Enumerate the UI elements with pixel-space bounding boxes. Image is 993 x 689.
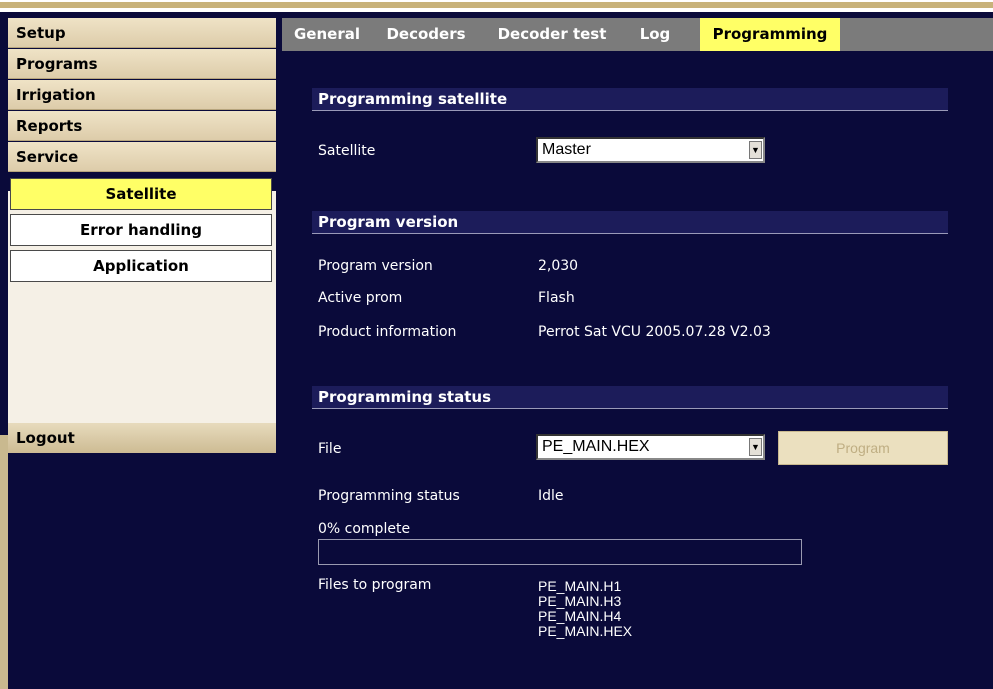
- tab-bar: General Decoders Decoder test Log Progra…: [282, 18, 993, 51]
- active-prom-label: Active prom: [318, 290, 403, 306]
- left-edge-bar: [0, 435, 8, 689]
- file-select[interactable]: PE_MAIN.HEX ▼: [536, 434, 765, 460]
- files-to-program-label: Files to program: [318, 577, 432, 593]
- programming-panel: Programming satellite Satellite Master ▼…: [282, 51, 993, 689]
- section-header-programming-status: Programming status: [312, 386, 948, 409]
- subnav-error-handling[interactable]: Error handling: [10, 214, 272, 246]
- logout-button[interactable]: Logout: [8, 423, 276, 453]
- section-header-program-version: Program version: [312, 211, 948, 234]
- satellite-label: Satellite: [318, 143, 376, 159]
- file-list-item: PE_MAIN.H1: [538, 578, 622, 594]
- nav-irrigation[interactable]: Irrigation: [8, 80, 276, 110]
- programming-status-value: Idle: [538, 488, 564, 504]
- file-list-item: PE_MAIN.H3: [538, 593, 622, 609]
- nav-service[interactable]: Service: [8, 142, 276, 172]
- left-navigation: Setup Programs Irrigation Reports Servic…: [0, 18, 276, 689]
- chevron-down-icon[interactable]: ▼: [749, 438, 762, 456]
- nav-programs[interactable]: Programs: [8, 49, 276, 79]
- program-button[interactable]: Program: [778, 431, 948, 465]
- subnav-satellite[interactable]: Satellite: [10, 178, 272, 210]
- program-version-value: 2,030: [538, 258, 579, 274]
- programming-status-label: Programming status: [318, 488, 460, 504]
- nav-reports[interactable]: Reports: [8, 111, 276, 141]
- satellite-select-value: Master: [542, 141, 591, 158]
- satellite-select[interactable]: Master ▼: [536, 137, 765, 163]
- product-information-label: Product information: [318, 324, 457, 340]
- subnav-application[interactable]: Application: [10, 250, 272, 282]
- tab-decoder-test[interactable]: Decoder test: [482, 18, 622, 51]
- top-accent-bar: [0, 2, 993, 8]
- top-frame: [0, 0, 993, 12]
- chevron-down-icon[interactable]: ▼: [749, 141, 762, 159]
- program-version-label: Program version: [318, 258, 433, 274]
- file-select-value: PE_MAIN.HEX: [542, 438, 650, 455]
- file-list-item: PE_MAIN.HEX: [538, 623, 633, 639]
- nav-setup[interactable]: Setup: [8, 18, 276, 48]
- tab-general[interactable]: General: [282, 18, 372, 51]
- section-header-programming-satellite: Programming satellite: [312, 88, 948, 111]
- tab-programming[interactable]: Programming: [700, 18, 840, 51]
- active-prom-value: Flash: [538, 290, 575, 306]
- tab-decoders[interactable]: Decoders: [376, 18, 476, 51]
- file-label: File: [318, 441, 342, 457]
- progress-bar: [318, 539, 802, 565]
- progress-text: 0% complete: [318, 521, 411, 537]
- files-to-program-list: PE_MAIN.H1 PE_MAIN.H3 PE_MAIN.H4 PE_MAIN…: [538, 579, 632, 639]
- product-information-value: Perrot Sat VCU 2005.07.28 V2.03: [538, 324, 771, 340]
- file-list-item: PE_MAIN.H4: [538, 608, 622, 624]
- tab-log[interactable]: Log: [628, 18, 682, 51]
